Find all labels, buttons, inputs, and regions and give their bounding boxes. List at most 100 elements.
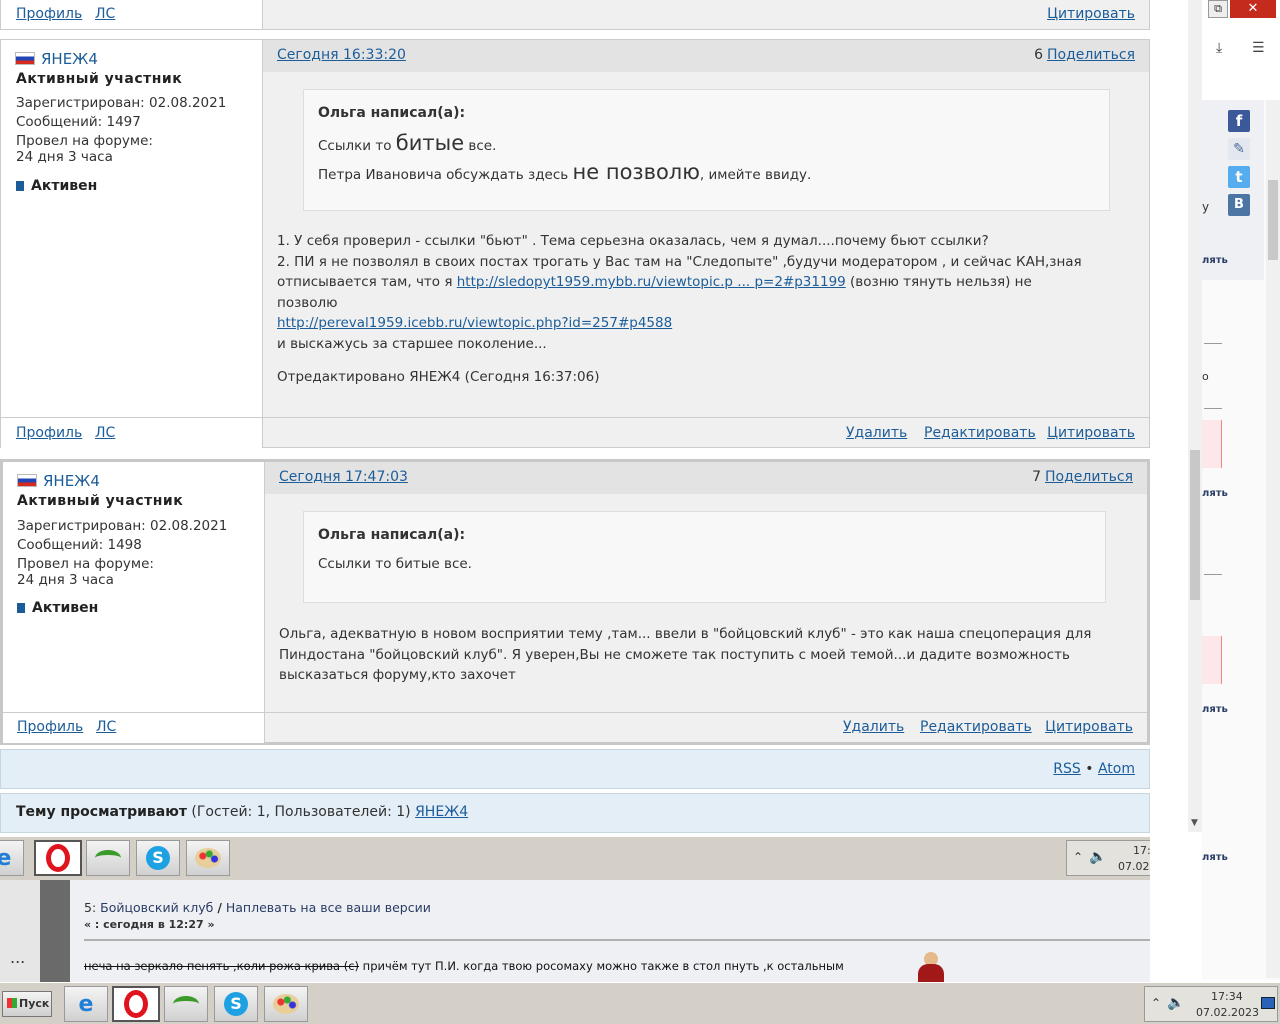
close-button[interactable]: ✕ [1230, 0, 1276, 18]
clip-icon[interactable]: ✎ [1228, 138, 1250, 160]
ie-icon[interactable]: e [64, 986, 108, 1022]
separator-line [1204, 408, 1222, 409]
right-scrollbar-thumb[interactable] [1268, 180, 1278, 260]
right-scrollbar[interactable] [1266, 100, 1280, 978]
separator-line [1204, 574, 1222, 575]
feeds-separator: • [1085, 761, 1094, 777]
viewer-user-link[interactable]: ЯНЕЖ4 [415, 804, 468, 820]
scroll-down-icon[interactable]: ▼ [1191, 818, 1198, 828]
fragment-text: лять [1202, 704, 1228, 715]
post-text: Ольга, адекватную в новом восприятии тем… [279, 626, 1092, 683]
main-clock-date: 07.02.2023 [1196, 1006, 1259, 1019]
more-icon[interactable]: ... [10, 948, 25, 967]
main-taskbar: Пуск e S ⌃ 🔈 17:34 07.02.2023 [0, 982, 1280, 1024]
second-window-sidebar-edge [40, 880, 70, 982]
paint-icon[interactable] [186, 840, 230, 876]
volume-icon[interactable]: 🔈 [1089, 849, 1106, 865]
delete-link[interactable]: Удалить [846, 425, 907, 441]
feeds-bar: RSS • Atom [0, 749, 1150, 789]
share-link[interactable]: Поделиться [1045, 469, 1133, 485]
edit-link[interactable]: Редактировать [920, 719, 1032, 735]
author-status: Активен [31, 178, 98, 194]
edit-link[interactable]: Редактировать [924, 425, 1036, 441]
separator-line [1204, 343, 1222, 344]
viewers-bar: Тему просматривают (Гостей: 1, Пользоват… [0, 793, 1150, 833]
facebook-icon[interactable]: f [1228, 110, 1250, 132]
scrollbar-thumb[interactable] [1190, 450, 1200, 600]
author-name[interactable]: ЯНЕЖ4 [41, 50, 98, 68]
pm-link[interactable]: ЛС [95, 425, 115, 441]
crumb-topic-link[interactable]: Наплевать на все ваши версии [226, 900, 431, 915]
start-label: Пуск [19, 997, 50, 1010]
crumb-prefix: 5: [84, 900, 97, 915]
russia-flag-icon [17, 474, 37, 487]
quote-link[interactable]: Цитировать [1045, 719, 1133, 735]
menu-icon[interactable]: ☰ [1252, 40, 1265, 56]
skype-icon[interactable]: S [214, 986, 258, 1022]
tray-expand-icon[interactable]: ⌃ [1151, 996, 1161, 1010]
network-icon[interactable] [86, 840, 130, 876]
quote-box: Ольга написал(а): Ссылки то битые все. [303, 511, 1106, 603]
profile-link[interactable]: Профиль [16, 6, 82, 22]
post-nav: « : сегодня в 12:27 » [84, 918, 215, 931]
post-link-sledopyt[interactable]: http://sledopyt1959.mybb.ru/viewtopic.p … [457, 274, 846, 290]
crumb-forum-link[interactable]: Бойцовский клуб [100, 900, 213, 915]
paint-icon[interactable] [264, 986, 308, 1022]
profile-link[interactable]: Профиль [16, 425, 82, 441]
main-system-tray: ⌃ 🔈 17:34 07.02.2023 [1144, 986, 1278, 1022]
quote-header: Ольга написал(а): [318, 105, 466, 121]
restore-button[interactable]: ⧉ [1208, 0, 1228, 18]
rss-link[interactable]: RSS [1053, 761, 1081, 777]
forum-page: Профиль ЛС Цитировать ЯНЕЖ4 Активный уча… [0, 0, 1150, 836]
atom-link[interactable]: Atom [1098, 761, 1135, 777]
volume-icon[interactable]: 🔈 [1167, 995, 1184, 1011]
quote-line-1: Ссылки то битые все. [318, 131, 497, 155]
share-link[interactable]: Поделиться [1047, 47, 1135, 63]
fragment-text: лять [1202, 852, 1228, 863]
skype-icon[interactable]: S [136, 840, 180, 876]
profile-link[interactable]: Профиль [17, 719, 83, 735]
inner-taskbar: e S ⌃ 🔈 17:47 07.02.2023 [0, 836, 1202, 880]
post-date-link[interactable]: Сегодня 16:33:20 [277, 47, 406, 63]
post-author-panel: ЯНЕЖ4 Активный участник Зарегистрирован:… [3, 462, 265, 713]
fragment-text: лять [1202, 488, 1228, 499]
network-tray-icon[interactable] [1261, 997, 1275, 1009]
post-date-link[interactable]: Сегодня 17:47:03 [279, 469, 408, 485]
forum-scrollbar[interactable]: ▼ [1188, 0, 1202, 832]
strike-text: неча на зеркало пенять ,коли рожа крива … [84, 959, 360, 973]
second-window: ... 5: Бойцовский клуб / Наплевать на вс… [0, 880, 1232, 982]
opera-icon[interactable] [34, 840, 82, 876]
windows-logo-icon [7, 998, 17, 1008]
post-author-panel: ЯНЕЖ4 Активный участник Зарегистрирован:… [1, 40, 263, 418]
start-button[interactable]: Пуск [2, 991, 52, 1017]
author-rank: Активный участник [16, 71, 183, 87]
quote-box: Ольга написал(а): Ссылки то битые все. П… [303, 89, 1110, 211]
author-status: Активен [32, 600, 99, 616]
twitter-icon[interactable]: t [1228, 166, 1250, 188]
post-header: Сегодня 16:33:20 6 Поделиться [263, 40, 1149, 72]
avatar-smiley-icon [916, 952, 946, 982]
tray-expand-icon[interactable]: ⌃ [1073, 850, 1083, 864]
ie-icon[interactable]: e [0, 840, 24, 876]
social-panel: f ✎ t B у лять о лять лять лять [1202, 100, 1280, 980]
post-link-pereval[interactable]: http://pereval1959.icebb.ru/viewtopic.ph… [277, 315, 672, 331]
pm-link[interactable]: ЛС [95, 6, 115, 22]
viewers-counts: (Гостей: 1, Пользователей: 1) [191, 804, 411, 820]
crumb-separator: / [217, 900, 222, 915]
highlight-block [1202, 420, 1222, 468]
quote-text: Ссылки то битые все. [318, 556, 472, 572]
download-icon[interactable]: ⤓ [1216, 40, 1222, 56]
quote-link[interactable]: Цитировать [1047, 6, 1135, 22]
post-footer: Профиль ЛС Удалить Редактировать Цитиров… [1, 417, 1149, 448]
pm-link[interactable]: ЛС [96, 719, 116, 735]
delete-link[interactable]: Удалить [843, 719, 904, 735]
vk-icon[interactable]: B [1228, 194, 1250, 216]
author-messages: Сообщений: 1497 [16, 114, 141, 130]
quote-link[interactable]: Цитировать [1047, 425, 1135, 441]
author-name[interactable]: ЯНЕЖ4 [43, 472, 100, 490]
viewers-label: Тему просматривают [16, 804, 187, 820]
opera-icon[interactable] [112, 986, 160, 1022]
other-window-toolbar: ⧉ ✕ ⤓ ☰ [1202, 0, 1280, 100]
network-icon[interactable] [164, 986, 208, 1022]
post-6: ЯНЕЖ4 Активный участник Зарегистрирован:… [0, 39, 1150, 448]
